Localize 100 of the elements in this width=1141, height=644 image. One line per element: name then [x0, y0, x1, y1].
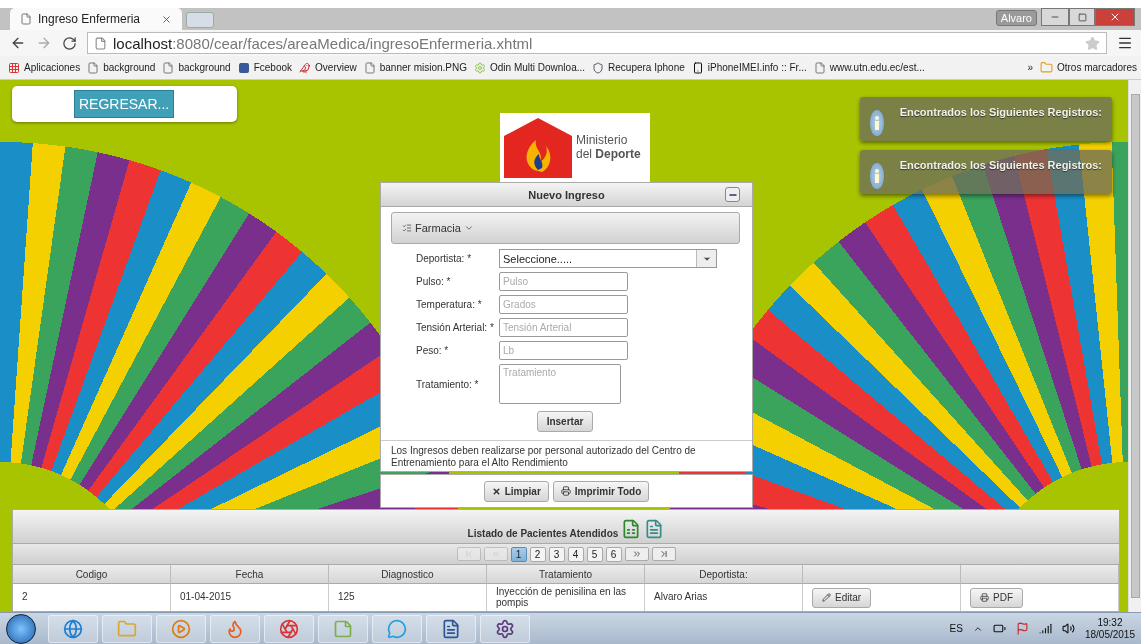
aperture-icon [279, 618, 299, 639]
caret-icon [463, 223, 474, 233]
field-label: Temperatura: * [416, 299, 483, 310]
folder-icon [117, 618, 137, 639]
clock[interactable]: 19:32 18/05/2015 [1084, 616, 1135, 641]
restore-button[interactable] [1069, 8, 1095, 26]
page-icon [363, 61, 376, 74]
next-page-icon [631, 549, 642, 559]
bookmark-folder[interactable]: Otros marcadores [1056, 62, 1137, 73]
pager-nav-button[interactable] [624, 547, 649, 561]
reload-icon[interactable] [62, 35, 77, 51]
column-header: Deportista: [645, 565, 803, 584]
page-button[interactable]: 5 [586, 546, 603, 562]
panel-title: Nuevo Ingreso [528, 188, 605, 201]
globe-icon [63, 618, 83, 639]
play-icon [171, 618, 191, 639]
insert-button[interactable]: Insertar [536, 411, 594, 432]
bookmark-link[interactable]: Aplicaciones [24, 62, 81, 73]
document-icon[interactable] [644, 519, 665, 539]
taskbar-app[interactable] [264, 614, 314, 643]
field-label: Deportista: * [416, 253, 473, 264]
phone-icon [691, 61, 704, 74]
browser-tab[interactable]: Ingreso Enfermeria [10, 8, 182, 30]
clear-button[interactable]: Limpiar [483, 480, 549, 502]
column-header: Diagnostico [329, 565, 487, 584]
flame-logo-icon [504, 117, 572, 178]
info-icon [870, 163, 884, 189]
bookmark-link[interactable]: Recupera Iphone [608, 62, 685, 73]
input-field[interactable]: Pulso [499, 272, 628, 291]
page-button[interactable]: 1 [510, 546, 527, 562]
pager-nav-button[interactable] [651, 547, 676, 561]
square-icon [237, 61, 250, 74]
bookmark-link[interactable]: banner mision.PNG [379, 62, 467, 73]
page-button[interactable]: 3 [548, 546, 565, 562]
taskbar-app[interactable] [426, 614, 476, 643]
column-header: Codigo [13, 565, 171, 584]
address-bar[interactable]: localhost:8080/cear/faces/areaMedica/ingresoEnfermeria.xhtml [87, 32, 1107, 54]
flag-icon[interactable] [1015, 622, 1029, 635]
select-field[interactable]: Seleccione..... [499, 249, 717, 268]
edit-button[interactable]: Editar [812, 587, 872, 608]
forward-icon[interactable] [36, 35, 52, 51]
note-icon [333, 618, 353, 639]
close-icon[interactable] [161, 13, 172, 25]
more-bookmarks-button[interactable]: » [1027, 62, 1033, 73]
table-cell: Inyección de penisilina en las pompis [487, 584, 645, 611]
collapse-button[interactable] [725, 187, 740, 202]
input-field[interactable]: Lb [499, 341, 628, 360]
bookmark-link[interactable]: Fcebook [253, 62, 293, 73]
notification-text: Encontrados los Siguientes Registros: [899, 159, 1102, 171]
bookmark-link[interactable]: Overview [315, 62, 357, 73]
language-indicator[interactable]: ES [949, 623, 963, 634]
field-label: Pulso: * [416, 276, 452, 287]
star-icon[interactable] [1085, 35, 1100, 51]
print-button[interactable]: Imprimir Todo [552, 480, 650, 502]
info-icon [870, 110, 884, 136]
menu-button[interactable]: Farmacia [391, 212, 740, 244]
page-icon [94, 36, 107, 50]
field-label: Peso: * [416, 345, 450, 356]
page-button[interactable]: 4 [567, 546, 584, 562]
close-icon [491, 486, 501, 496]
notice-text: Los Ingresos deben realizarse por personal autorizado del Centro de Entrenamiento para el Alto Rendimiento [391, 445, 697, 468]
first-page-icon [463, 549, 474, 559]
battery-icon[interactable] [992, 622, 1006, 635]
textarea-field[interactable]: Tratamiento [499, 364, 621, 404]
volume-icon[interactable] [1061, 622, 1075, 635]
spreadsheet-icon[interactable] [621, 519, 642, 539]
page-icon [813, 61, 826, 74]
printer-icon [980, 593, 989, 602]
last-page-icon [658, 549, 669, 559]
document-icon [441, 618, 461, 639]
logo-text: del Deporte [576, 147, 641, 161]
bookmark-link[interactable]: iPhoneIMEI.info :: Fr... [707, 62, 807, 73]
list-icon [402, 223, 412, 233]
bookmark-link[interactable]: www.utn.edu.ec/est... [829, 62, 925, 73]
taskbar-app[interactable] [48, 614, 98, 643]
bookmark-link[interactable]: background [178, 62, 231, 73]
new-tab-button[interactable] [186, 12, 214, 28]
bird-icon [299, 61, 312, 74]
input-field[interactable]: Grados [499, 295, 628, 314]
menu-icon[interactable] [1117, 35, 1133, 51]
pencil-icon [822, 593, 831, 602]
back-icon[interactable] [10, 35, 26, 51]
page-button[interactable]: 6 [605, 546, 622, 562]
input-field[interactable]: Tensión Arterial [499, 318, 628, 337]
table-cell: 01-04-2015 [171, 584, 329, 611]
signal-icon[interactable] [1038, 622, 1052, 635]
minimize-button[interactable] [1041, 8, 1069, 26]
column-header: Tratamiento [487, 565, 645, 584]
start-button[interactable] [6, 613, 36, 644]
taskbar-app[interactable] [480, 614, 530, 643]
shield-icon [592, 61, 605, 74]
bookmark-link[interactable]: background [103, 62, 156, 73]
table-title: Listado de Pacientes Atendidos [467, 528, 619, 539]
page-button[interactable]: 2 [529, 546, 546, 562]
page-icon [162, 61, 175, 74]
scrollbar[interactable] [1128, 80, 1141, 612]
bookmark-link[interactable]: Odin Multi Downloa... [490, 62, 586, 73]
restore-icon [1077, 12, 1087, 22]
pdf-button[interactable]: PDF [970, 587, 1023, 608]
flame-icon [225, 618, 245, 639]
